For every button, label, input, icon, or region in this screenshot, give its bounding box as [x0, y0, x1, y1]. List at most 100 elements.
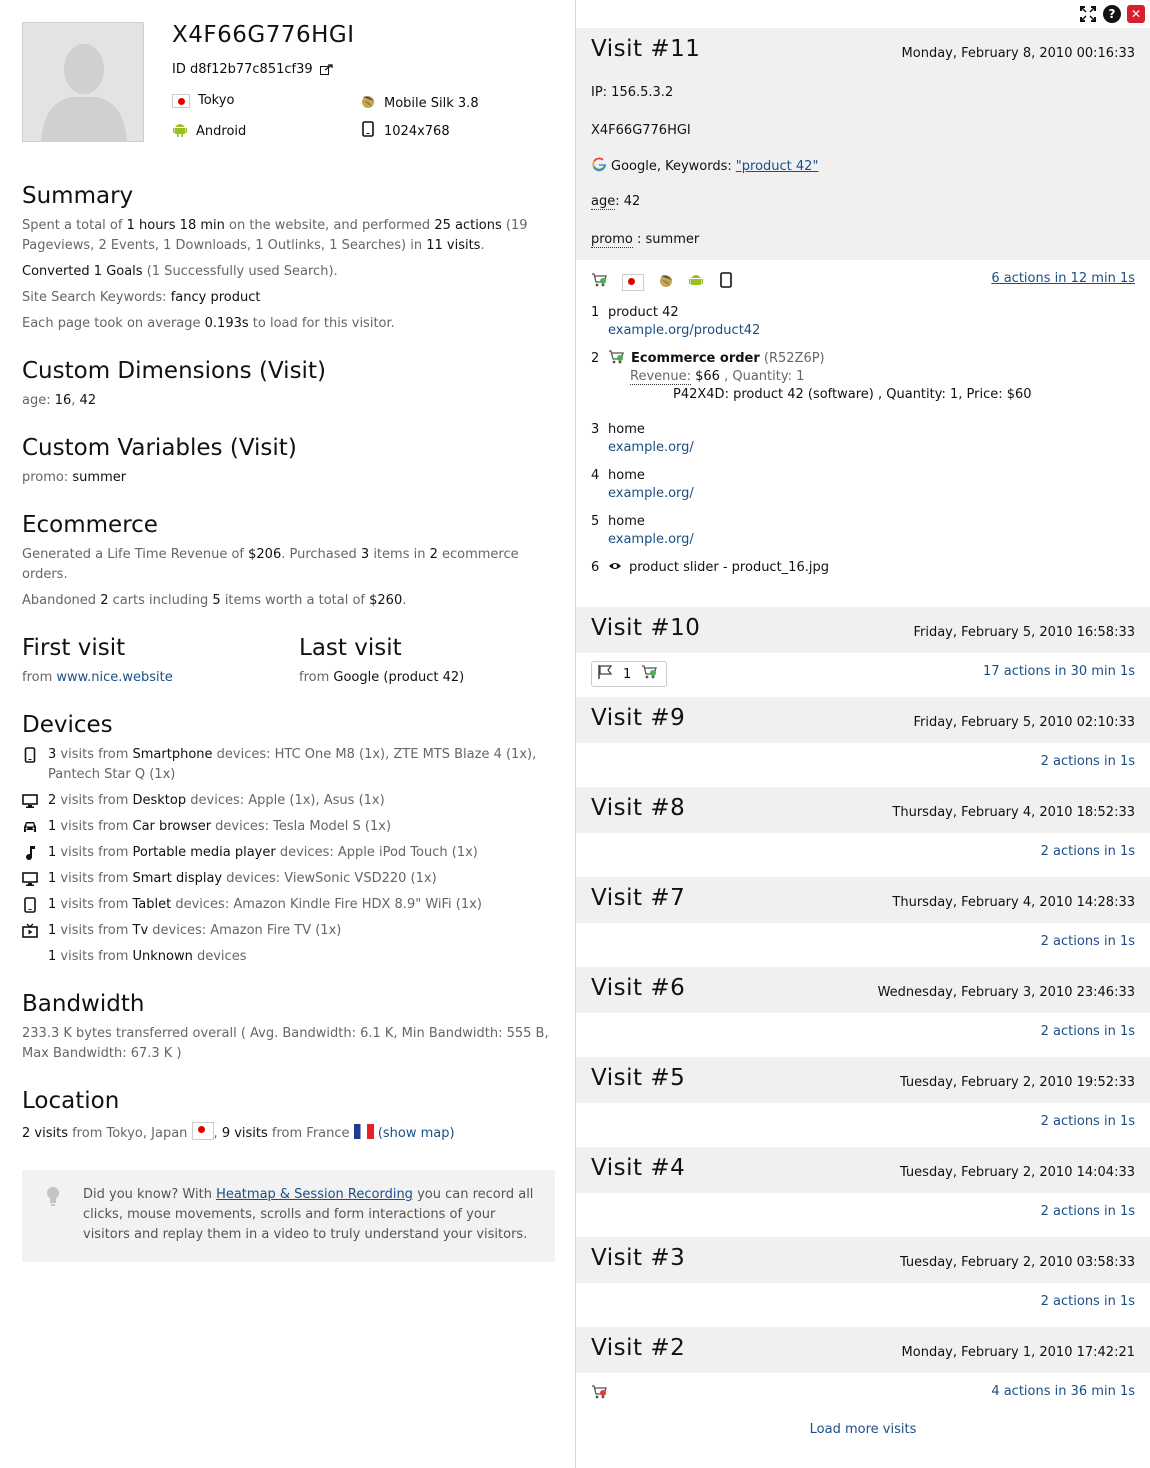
first-visit-link[interactable]: www.nice.website: [56, 670, 172, 685]
visit-11-promo: promo : summer: [591, 232, 700, 248]
device-row-smartphone: 3 visits from Smartphone devices: HTC On…: [22, 745, 552, 785]
car-icon: [22, 819, 38, 835]
cart-icon: [591, 272, 608, 292]
visit-11-summary: 6 actions in 12 min 1s: [991, 271, 1135, 286]
summary-goals: Converted 1 Goals (1 Successfully used S…: [22, 264, 338, 279]
visit-11-ip: IP: 156.5.3.2: [591, 85, 674, 100]
summary-load-time: Each page took on average 0.193s to load…: [22, 316, 395, 331]
lightbulb-icon: [46, 1186, 60, 1213]
abandoned-cart-icon: [591, 1385, 608, 1404]
summary-keywords: Site Search Keywords: fancy product: [22, 290, 261, 305]
google-icon: [591, 156, 607, 176]
visit-2-summary: 4 actions in 36 min 1s: [991, 1384, 1135, 1399]
visit-10-goal-badge: 1: [591, 661, 668, 687]
external-link-icon[interactable]: [319, 64, 333, 79]
eye-icon: [608, 559, 622, 579]
custom-variables-heading: Custom Variables (Visit): [22, 435, 297, 461]
visit-10-header[interactable]: Visit #10 Friday, February 5, 2010 16:58…: [576, 607, 1150, 653]
visitor-browser: Mobile Silk 3.8: [360, 93, 479, 113]
action-url-link[interactable]: example.org/: [608, 439, 694, 457]
tablet-icon: [22, 897, 38, 913]
desktop-icon: [22, 793, 38, 809]
visit-3-header[interactable]: Visit #3 Tuesday, February 2, 2010 03:58:…: [576, 1237, 1150, 1283]
visit-7-header[interactable]: Visit #7 Thursday, February 4, 2010 14:28…: [576, 877, 1150, 923]
japan-flag-icon: [172, 93, 190, 108]
device-row-tablet: 1 visits from Tablet devices: Amazon Kin…: [22, 895, 552, 915]
custom-variable-promo: promo: summer: [22, 470, 127, 485]
action-url-link[interactable]: example.org/: [608, 485, 694, 503]
load-more-visits-link[interactable]: Load more visits: [576, 1422, 1150, 1437]
tablet-icon: [718, 272, 734, 292]
tv-icon: [22, 923, 38, 939]
visitor-city: Tokyo: [172, 93, 234, 108]
custom-dimensions-heading: Custom Dimensions (Visit): [22, 358, 326, 384]
ecommerce-abandoned: Abandoned 2 carts including 5 items wort…: [22, 593, 407, 608]
show-map-link[interactable]: (show map): [378, 1126, 455, 1141]
silk-browser-icon: [658, 272, 674, 292]
visit-3-summary: 2 actions in 1s: [1040, 1294, 1135, 1309]
japan-flag-icon: [622, 273, 644, 291]
visit-8-header[interactable]: Visit #8 Thursday, February 4, 2010 18:52…: [576, 787, 1150, 833]
heatmap-link[interactable]: Heatmap & Session Recording: [216, 1187, 413, 1202]
keyword-link[interactable]: "product 42": [736, 159, 819, 174]
summary-heading: Summary: [22, 183, 134, 209]
visit-8-summary: 2 actions in 1s: [1040, 844, 1135, 859]
visits-log-panel: ? ✕ Visit #11 Monday, February 8, 2010 0…: [576, 0, 1150, 1468]
visit-11-header[interactable]: Visit #11 Monday, February 8, 2010 00:16…: [576, 28, 1150, 74]
visit-11-icons: [591, 272, 734, 292]
smartphone-icon: [22, 747, 38, 763]
visit-5-header[interactable]: Visit #5 Tuesday, February 2, 2010 19:52:…: [576, 1057, 1150, 1103]
visit-4-header[interactable]: Visit #4 Tuesday, February 2, 2010 14:04:…: [576, 1147, 1150, 1193]
japan-flag-icon: [191, 1122, 214, 1140]
france-flag-icon: [353, 1124, 374, 1139]
goal-flag-icon: [597, 665, 613, 683]
summary-totals: Spent a total of 1 hours 18 min on the w…: [22, 218, 528, 253]
cart-icon: [608, 350, 625, 371]
fullscreen-icon[interactable]: [1079, 5, 1097, 23]
visit-9-header[interactable]: Visit #9 Friday, February 5, 2010 02:10:3…: [576, 697, 1150, 743]
visit-6-header[interactable]: Visit #6 Wednesday, February 3, 2010 23:4…: [576, 967, 1150, 1013]
visitor-resolution: 1024x768: [360, 121, 450, 141]
device-row-smart-display: 1 visits from Smart display devices: Vie…: [22, 869, 552, 889]
device-row-media-player: 1 visits from Portable media player devi…: [22, 843, 552, 863]
visit-9-summary: 2 actions in 1s: [1040, 754, 1135, 769]
visit-5-summary: 2 actions in 1s: [1040, 1114, 1135, 1129]
tablet-icon: [360, 121, 376, 141]
android-icon: [172, 121, 188, 141]
visit-11-referrer: Google, Keywords: "product 42": [591, 156, 818, 176]
last-visit-heading: Last visit: [299, 635, 402, 661]
first-visit-source: from www.nice.website: [22, 670, 173, 685]
location-text: 2 visits from Tokyo, Japan , 9 visits fr…: [22, 1122, 552, 1144]
silk-browser-icon: [360, 93, 376, 113]
action-url-link[interactable]: example.org/product42: [608, 322, 760, 340]
action-url-link[interactable]: example.org/: [608, 531, 694, 549]
visitor-title: X4F66G776HGI: [172, 22, 355, 48]
devices-heading: Devices: [22, 712, 113, 738]
did-you-know-tip: Did you know? With Heatmap & Session Rec…: [22, 1170, 555, 1262]
device-row-tv: 1 visits from Tv devices: Amazon Fire TV…: [22, 921, 552, 941]
visit-2-header[interactable]: Visit #2 Monday, February 1, 2010 17:42:2…: [576, 1327, 1150, 1373]
visitor-os: Android: [172, 121, 246, 141]
smart-display-icon: [22, 871, 38, 887]
visit-10-summary: 17 actions in 30 min 1s: [983, 664, 1135, 679]
location-heading: Location: [22, 1088, 120, 1114]
visitor-id: ID d8f12b77c851cf39: [172, 62, 333, 79]
ecommerce-heading: Ecommerce: [22, 512, 158, 538]
cart-icon: [641, 664, 658, 684]
android-icon: [688, 272, 704, 292]
visit-11-visitor: X4F66G776HGI: [591, 123, 691, 138]
device-row-car-browser: 1 visits from Car browser devices: Tesla…: [22, 817, 552, 837]
last-visit-source: from Google (product 42): [299, 670, 465, 685]
visit-6-summary: 2 actions in 1s: [1040, 1024, 1135, 1039]
help-icon[interactable]: ?: [1103, 5, 1121, 23]
bandwidth-text: 233.3 K bytes transferred overall ( Avg.…: [22, 1026, 549, 1061]
device-row-desktop: 2 visits from Desktop devices: Apple (1x…: [22, 791, 552, 811]
custom-dimension-age: age: 16, 42: [22, 393, 97, 408]
device-row-unknown: 1 visits from Unknown devices: [48, 949, 247, 964]
close-icon[interactable]: ✕: [1127, 5, 1145, 23]
ecommerce-revenue: Generated a Life Time Revenue of $206. P…: [22, 547, 519, 582]
visit-11-age: age: 42: [591, 194, 641, 210]
first-visit-heading: First visit: [22, 635, 126, 661]
panel-toolbar: ? ✕: [1079, 5, 1145, 23]
music-note-icon: [22, 845, 38, 861]
